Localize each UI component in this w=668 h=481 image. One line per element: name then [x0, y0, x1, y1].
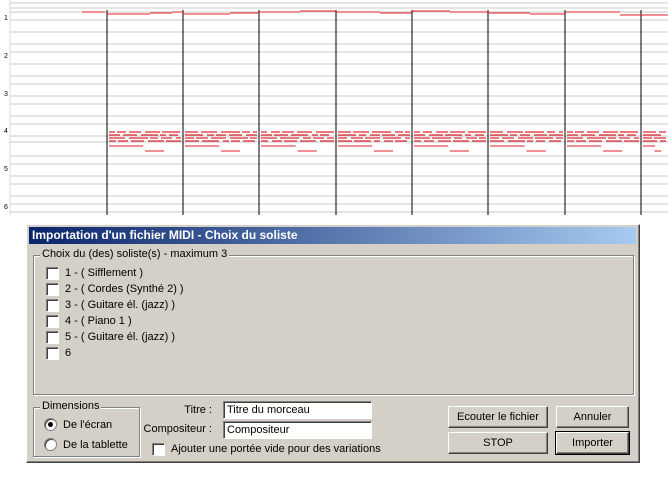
- checkbox-box[interactable]: [46, 298, 59, 312]
- dimensions-group: Dimensions De l'écran De la tablette: [33, 400, 140, 457]
- midi-import-dialog: Importation d'un fichier MIDI - Choix du…: [26, 224, 640, 463]
- checkbox-label: 6: [65, 347, 72, 359]
- dimensions-group-label: Dimensions: [40, 400, 102, 412]
- compositeur-input[interactable]: Compositeur: [223, 421, 372, 439]
- radio-button[interactable]: [44, 418, 57, 431]
- dialog-title: Importation d'un fichier MIDI - Choix du…: [29, 227, 636, 244]
- soloist-group: Choix du (des) soliste(s) - maximum 3 1 …: [33, 248, 634, 395]
- stop-button[interactable]: STOP: [448, 432, 548, 454]
- checkbox-box[interactable]: [46, 282, 59, 296]
- row-label: 4: [4, 128, 8, 135]
- soloist-checkbox-1[interactable]: 1 - ( Sifflement ): [46, 266, 143, 280]
- titre-label: Titre :: [184, 404, 212, 416]
- soloist-checkbox-3[interactable]: 3 - ( Guitare él. (jazz) ): [46, 298, 175, 312]
- listen-button[interactable]: Ecouter le fichier: [448, 406, 548, 428]
- row-label: 1: [4, 15, 8, 22]
- checkbox-label: 4 - ( Piano 1 ): [65, 315, 132, 327]
- radio-label: De la tablette: [63, 438, 128, 451]
- checkbox-label: 2 - ( Cordes (Synthé 2) ): [65, 283, 184, 295]
- soloist-checkbox-2[interactable]: 2 - ( Cordes (Synthé 2) ): [46, 282, 184, 296]
- checkbox-label: 3 - ( Guitare él. (jazz) ): [65, 299, 176, 311]
- row-label: 3: [4, 91, 8, 98]
- checkbox-label: 1 - ( Sifflement ): [65, 267, 144, 279]
- row-label: 6: [4, 204, 8, 211]
- row-label: 5: [4, 166, 8, 173]
- import-button[interactable]: Importer: [555, 431, 630, 455]
- soloist-checkbox-5[interactable]: 5 - ( Guitare él. (jazz) ): [46, 330, 175, 344]
- piano-roll: 1 2 3 4 5 6: [4, 0, 668, 215]
- checkbox-label: 5 - ( Guitare él. (jazz) ): [65, 331, 176, 343]
- empty-staff-checkbox[interactable]: Ajouter une portée vide pour des variati…: [152, 442, 381, 456]
- soloist-checkbox-6[interactable]: 6: [46, 346, 71, 360]
- soloist-checkbox-4[interactable]: 4 - ( Piano 1 ): [46, 314, 132, 328]
- row-label: 2: [4, 53, 8, 60]
- titre-input[interactable]: Titre du morceau: [223, 401, 372, 419]
- radio-button[interactable]: [44, 438, 57, 451]
- checkbox-box[interactable]: [46, 266, 59, 280]
- checkbox-box[interactable]: [46, 346, 59, 360]
- radio-ecran[interactable]: De l'écran: [44, 418, 112, 431]
- checkbox-label: Ajouter une portée vide pour des variati…: [171, 443, 381, 455]
- radio-tablette[interactable]: De la tablette: [44, 438, 128, 451]
- checkbox-box[interactable]: [46, 314, 59, 328]
- checkbox-box[interactable]: [152, 442, 165, 456]
- radio-label: De l'écran: [63, 418, 113, 431]
- cancel-button[interactable]: Annuler: [556, 406, 629, 428]
- compositeur-label: Compositeur :: [143, 423, 212, 435]
- soloist-group-label: Choix du (des) soliste(s) - maximum 3: [40, 248, 230, 260]
- checkbox-box[interactable]: [46, 330, 59, 344]
